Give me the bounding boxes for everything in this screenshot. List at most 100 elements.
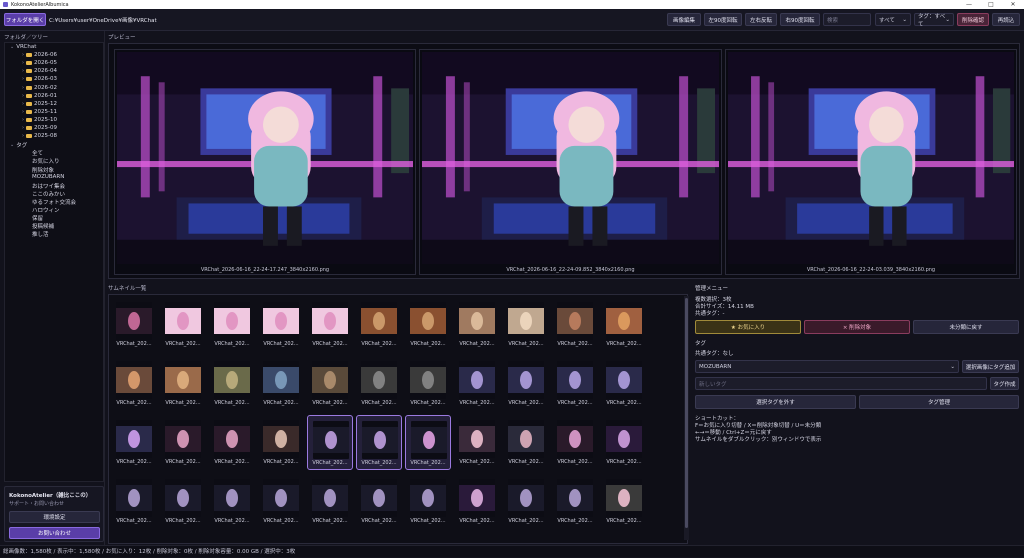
tag-select[interactable]: MOZUBARN ⌄ xyxy=(695,360,959,373)
tree-folder-2026-02[interactable]: › 2026-02 xyxy=(22,85,57,91)
open-folder-button[interactable]: フォルダを開く xyxy=(4,13,46,26)
thumbnail-item[interactable]: VRChat_202... xyxy=(454,415,500,470)
thumbnail-item[interactable]: VRChat_202... xyxy=(111,297,157,352)
thumbnail-item[interactable]: VRChat_202... xyxy=(258,474,304,529)
remove-tag-button[interactable]: 選択タグを外す xyxy=(695,395,856,409)
add-tag-button[interactable]: 選択画像にタグ追加 xyxy=(962,360,1019,373)
thumbnail-item[interactable]: VRChat_202... xyxy=(405,356,451,411)
tree-tag-item[interactable]: おはワイ集会 xyxy=(32,182,65,190)
preview-item[interactable]: VRChat_2026-06-16_22-24-17.247_3840x2160… xyxy=(114,49,416,275)
thumbnail-item[interactable]: VRChat_202... xyxy=(601,356,647,411)
minimize-icon[interactable]: — xyxy=(958,0,980,9)
thumbnail-item[interactable]: VRChat_202... xyxy=(405,297,451,352)
tree-tag-item[interactable]: ハロウィン xyxy=(32,206,60,214)
settings-button[interactable]: 環境設定 xyxy=(9,511,100,523)
tree-folder-2025-09[interactable]: › 2025-09 xyxy=(22,125,57,131)
manage-tags-button[interactable]: タグ管理 xyxy=(859,395,1019,409)
preview-item[interactable]: VRChat_2026-06-16_22-24-09.852_3840x2160… xyxy=(419,49,722,275)
tree-folder-2025-10[interactable]: › 2025-10 xyxy=(22,117,57,123)
tree-folder-2026-01[interactable]: › 2026-01 xyxy=(22,93,57,99)
tree-root-tags[interactable]: ⌄ タグ xyxy=(10,141,27,149)
tree-folder-2026-05[interactable]: › 2026-05 xyxy=(22,60,57,66)
thumbnail-scrollbar[interactable] xyxy=(684,296,689,540)
thumbnail-item[interactable]: VRChat_202... xyxy=(552,415,598,470)
flip-horizontal-button[interactable]: 左右反転 xyxy=(745,13,777,26)
thumbnail-label: VRChat_202... xyxy=(361,341,397,347)
thumbnail-item[interactable]: VRChat_202... xyxy=(111,474,157,529)
thumbnail-item[interactable]: VRChat_202... xyxy=(601,415,647,470)
delete-target-button[interactable]: × 削除対象 xyxy=(804,320,910,334)
new-tag-input[interactable]: 新しいタグ xyxy=(695,377,987,390)
tree-folder-2025-08[interactable]: › 2025-08 xyxy=(22,133,57,139)
thumbnail-item[interactable]: VRChat_202... xyxy=(307,474,353,529)
tag-filter-select[interactable]: タグ：すべて ⌄ xyxy=(914,13,954,28)
thumbnail-item[interactable]: VRChat_202... xyxy=(209,297,255,352)
filter-select[interactable]: すべて ⌄ xyxy=(875,13,911,26)
thumbnail-item[interactable]: VRChat_202... xyxy=(307,356,353,411)
thumbnail-item[interactable]: VRChat_202... xyxy=(258,356,304,411)
create-tag-button[interactable]: タグ作成 xyxy=(990,377,1019,390)
thumbnail-item[interactable]: VRChat_202... xyxy=(552,356,598,411)
tree-folder-2026-03[interactable]: › 2026-03 xyxy=(22,76,57,82)
thumbnail-item[interactable]: VRChat_202... xyxy=(209,474,255,529)
rotate-left-button[interactable]: 左90度回転 xyxy=(704,13,742,26)
tree-tag-item[interactable]: 全て xyxy=(32,149,43,157)
tree-folder-2025-12[interactable]: › 2025-12 xyxy=(22,101,57,107)
thumbnail-item[interactable]: VRChat_202... xyxy=(356,297,402,352)
thumbnail-item[interactable]: VRChat_202... xyxy=(601,474,647,529)
maximize-icon[interactable]: □ xyxy=(980,0,1002,9)
thumbnail-item[interactable]: VRChat_202... xyxy=(405,415,451,470)
tree-folder-2026-06[interactable]: › 2026-06 xyxy=(22,52,57,58)
thumbnail-item[interactable]: VRChat_202... xyxy=(356,474,402,529)
preview-item[interactable]: VRChat_2026-06-16_22-24-03.039_3840x2160… xyxy=(725,49,1017,275)
tree-tag-item[interactable]: MOZUBARN xyxy=(32,174,64,180)
close-icon[interactable]: ✕ xyxy=(1002,0,1024,9)
thumbnail-item[interactable]: VRChat_202... xyxy=(258,297,304,352)
tree-tag-item[interactable]: ゆるフォト交流会 xyxy=(32,198,76,206)
thumbnail-item[interactable]: VRChat_202... xyxy=(552,474,598,529)
tree-tag-item[interactable]: 推し活 xyxy=(32,230,49,238)
thumbnail-item[interactable]: VRChat_202... xyxy=(160,297,206,352)
edit-image-button[interactable]: 画像編集 xyxy=(667,13,701,26)
search-input[interactable]: 検索 xyxy=(823,13,871,26)
contact-button[interactable]: お問い合わせ xyxy=(9,527,100,539)
thumbnail-item[interactable]: VRChat_202... xyxy=(405,474,451,529)
thumbnail-item[interactable]: VRChat_202... xyxy=(160,415,206,470)
thumbnail-label: VRChat_202... xyxy=(214,400,250,406)
thumbnail-item[interactable]: VRChat_202... xyxy=(552,297,598,352)
thumbnail-item[interactable]: VRChat_202... xyxy=(454,474,500,529)
thumbnail-item[interactable]: VRChat_202... xyxy=(503,415,549,470)
tree-tag-item[interactable]: 保留 xyxy=(32,214,43,222)
unclassified-button[interactable]: 未分類に戻す xyxy=(913,320,1019,334)
tree-tag-item[interactable]: お気に入り xyxy=(32,157,60,165)
thumbnail-item[interactable]: VRChat_202... xyxy=(601,297,647,352)
thumbnail-item[interactable]: VRChat_202... xyxy=(503,356,549,411)
thumbnail-item[interactable]: VRChat_202... xyxy=(454,356,500,411)
reload-button[interactable]: 再読込 xyxy=(992,13,1020,26)
thumbnail-item[interactable]: VRChat_202... xyxy=(160,356,206,411)
thumbnail-item[interactable]: VRChat_202... xyxy=(307,297,353,352)
tree-tag-item[interactable]: 投稿候補 xyxy=(32,222,54,230)
tree-label: 2026-04 xyxy=(34,68,57,75)
thumbnail-item[interactable]: VRChat_202... xyxy=(258,415,304,470)
favorite-button[interactable]: ★ お気に入り xyxy=(695,320,801,334)
tree-tag-item[interactable]: ここのみかい xyxy=(32,190,65,198)
thumbnail-item[interactable]: VRChat_202... xyxy=(209,415,255,470)
thumbnail-item[interactable]: VRChat_202... xyxy=(503,474,549,529)
tree-folder-2025-11[interactable]: › 2025-11 xyxy=(22,109,57,115)
thumbnail-item[interactable]: VRChat_202... xyxy=(356,356,402,411)
thumbnail-item[interactable]: VRChat_202... xyxy=(209,356,255,411)
thumbnail-item[interactable]: VRChat_202... xyxy=(111,415,157,470)
scrollbar-thumb[interactable] xyxy=(685,298,688,528)
tree-tag-item[interactable]: 削除対象 xyxy=(32,166,54,174)
delete-confirm-button[interactable]: 削除確認 xyxy=(957,13,989,26)
thumbnail-item[interactable]: VRChat_202... xyxy=(503,297,549,352)
thumbnail-item[interactable]: VRChat_202... xyxy=(111,356,157,411)
thumbnail-item[interactable]: VRChat_202... xyxy=(454,297,500,352)
thumbnail-item[interactable]: VRChat_202... xyxy=(307,415,353,470)
tree-folder-2026-04[interactable]: › 2026-04 xyxy=(22,68,57,74)
thumbnail-item[interactable]: VRChat_202... xyxy=(160,474,206,529)
tree-root-vrchat[interactable]: ⌄ VRChat xyxy=(10,44,36,50)
rotate-right-button[interactable]: 右90度回転 xyxy=(780,13,820,26)
thumbnail-item[interactable]: VRChat_202... xyxy=(356,415,402,470)
